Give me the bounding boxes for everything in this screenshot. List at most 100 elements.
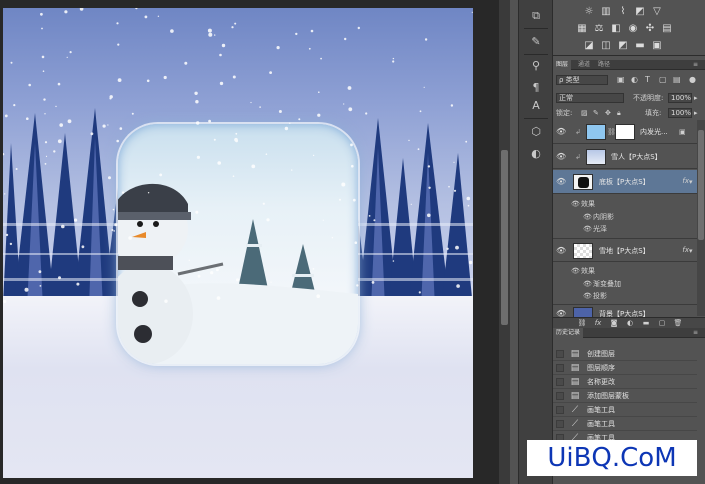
brush-preset-icon[interactable]: ✎ — [527, 34, 545, 50]
new-adjustment-icon[interactable]: ◐ — [625, 319, 635, 328]
history-item[interactable]: ▤ 添加图层蒙板 — [553, 389, 697, 403]
snowflake — [320, 57, 322, 60]
link-layers-icon[interactable]: ⛓︎ — [577, 319, 587, 328]
fill-input[interactable]: 100% — [668, 108, 692, 118]
visibility-eye-icon[interactable]: 👁︎ — [556, 152, 566, 162]
right-panels: ☼ ▥ ⌇ ◩ ▽ ▦ ⚖ ◧ ◉ ✣ ▤ ◪ ◫ ◩ ▬ ▣ 图层 通道 路径… — [553, 0, 705, 484]
snowflake — [135, 8, 138, 10]
fx-expand-icon[interactable]: ▾ — [689, 177, 693, 187]
tab-layers[interactable]: 图层 — [553, 60, 572, 70]
filter-toggle-icon[interactable]: ● — [689, 75, 696, 85]
layer-row[interactable]: 👁︎ ↲ ⛓︎ 内发光... ▣ — [553, 120, 697, 144]
filter-type-icon[interactable]: T — [645, 75, 650, 85]
fx-expand-icon[interactable]: ▾ — [689, 246, 693, 256]
snowflake — [423, 86, 425, 88]
canvas-scroll-thumb[interactable] — [501, 150, 508, 325]
visibility-eye-icon[interactable]: 👁︎ — [556, 177, 566, 187]
filter-pixel-icon[interactable]: ▣ — [617, 75, 625, 85]
fill-arrow-icon[interactable]: ▸ — [694, 108, 698, 118]
hue-saturation-icon[interactable]: ▦ — [576, 23, 588, 34]
filter-kind-select[interactable]: ρ 类型 — [556, 75, 608, 85]
effect-gradient-overlay[interactable]: 👁︎渐变叠加 — [583, 279, 621, 289]
channel-mixer-icon[interactable]: ✣ — [644, 23, 656, 34]
panel-menu-icon[interactable]: ≡ — [690, 60, 701, 70]
layers-scroll-thumb[interactable] — [698, 130, 704, 240]
layer-thumbnail — [573, 243, 593, 259]
history-brush-icon[interactable]: ⧉ — [527, 8, 545, 24]
history-item[interactable]: ⟋ 画笔工具 — [553, 417, 697, 431]
layer-mask-thumbnail[interactable] — [615, 124, 635, 140]
exposure-icon[interactable]: ◩ — [634, 6, 646, 17]
filter-smart-icon[interactable]: ▤ — [673, 75, 681, 85]
canvas-vertical-scrollbar[interactable] — [499, 0, 510, 484]
lock-position-icon[interactable]: ✥ — [605, 108, 611, 118]
opacity-input[interactable]: 100% — [668, 93, 692, 103]
opacity-arrow-icon[interactable]: ▸ — [694, 93, 698, 103]
tab-paths[interactable]: 路径 — [595, 60, 613, 70]
tab-history[interactable]: 历史记录 — [553, 328, 584, 338]
invert-icon[interactable]: ◪ — [583, 40, 595, 51]
brightness-icon[interactable]: ☼ — [583, 6, 595, 17]
paragraph-icon[interactable]: ¶ — [527, 80, 545, 96]
history-item[interactable]: ▤ 名称更改 — [553, 375, 697, 389]
tool-presets-icon[interactable]: ⚲ — [527, 58, 545, 74]
color-balance-icon[interactable]: ⚖ — [593, 23, 605, 34]
blend-mode-select[interactable]: 正常 — [556, 93, 624, 103]
canvas-area[interactable] — [0, 0, 510, 484]
color-lookup-icon[interactable]: ▤ — [661, 23, 673, 34]
snowflake — [471, 11, 473, 13]
layer-row[interactable]: 👁︎ 雪地【P大点S】 fx ▾ — [553, 238, 697, 262]
lock-transparent-icon[interactable]: ▨ — [581, 108, 588, 118]
history-checkbox[interactable] — [556, 420, 564, 428]
tab-channels[interactable]: 通道 — [575, 60, 593, 70]
vibrance-icon[interactable]: ▽ — [651, 6, 663, 17]
curves-icon[interactable]: ⌇ — [617, 6, 629, 17]
threshold-icon[interactable]: ◩ — [617, 40, 629, 51]
add-mask-icon[interactable]: ◙ — [609, 319, 619, 328]
3d-cube-icon[interactable]: ⬡ — [527, 124, 545, 140]
add-style-icon[interactable]: fx — [593, 319, 603, 328]
layer-row[interactable]: 👁︎ ↲ 雪人【P大点S】 — [553, 145, 697, 169]
document-canvas[interactable] — [3, 8, 473, 478]
layer-row-selected[interactable]: 👁︎ 底板【P大点S】 fx ▾ — [553, 170, 697, 194]
history-checkbox[interactable] — [556, 392, 564, 400]
effect-inner-shadow[interactable]: 👁︎内阴影 — [583, 212, 614, 222]
history-item[interactable]: ▤ 图层顺序 — [553, 361, 697, 375]
delete-layer-icon[interactable]: 🗑︎ — [673, 319, 683, 328]
visibility-eye-icon[interactable]: 👁︎ — [556, 246, 566, 256]
snowflake — [234, 22, 237, 25]
layer-fx-icon[interactable]: fx — [682, 246, 689, 254]
layer-thumbnail — [586, 124, 606, 140]
layer-fx-icon[interactable]: fx — [682, 177, 689, 185]
snowflake — [184, 61, 188, 65]
filter-adjust-icon[interactable]: ◐ — [631, 75, 638, 85]
snowflake — [232, 75, 236, 79]
layers-scrollbar[interactable] — [697, 120, 705, 316]
visibility-eye-icon[interactable]: 👁︎ — [556, 127, 566, 137]
panel-menu-icon[interactable]: ≡ — [690, 328, 701, 338]
history-item[interactable]: ⟋ 画笔工具 — [553, 403, 697, 417]
selective-color-icon[interactable]: ▣ — [651, 40, 663, 51]
history-checkbox[interactable] — [556, 406, 564, 414]
history-tabbar: 历史记录 ≡ — [553, 328, 705, 338]
lock-all-icon[interactable]: 🔒︎ — [617, 108, 621, 118]
snowflake — [28, 83, 32, 87]
history-checkbox[interactable] — [556, 350, 564, 358]
posterize-icon[interactable]: ◫ — [600, 40, 612, 51]
photo-filter-icon[interactable]: ◉ — [627, 23, 639, 34]
effect-drop-shadow[interactable]: 👁︎投影 — [583, 291, 607, 301]
new-layer-icon[interactable]: ▢ — [657, 319, 667, 328]
lock-pixels-icon[interactable]: ✎ — [593, 108, 599, 118]
black-white-icon[interactable]: ◧ — [610, 23, 622, 34]
adjustments-icon[interactable]: ◐ — [527, 146, 545, 162]
gradient-map-icon[interactable]: ▬ — [634, 40, 646, 51]
history-item[interactable]: ▤ 创建图层 — [553, 347, 697, 361]
history-checkbox[interactable] — [556, 378, 564, 386]
character-icon[interactable]: A — [527, 98, 545, 114]
effect-satin[interactable]: 👁︎光泽 — [583, 224, 607, 234]
levels-icon[interactable]: ▥ — [600, 6, 612, 17]
new-group-icon[interactable]: ▬ — [641, 319, 651, 328]
history-checkbox[interactable] — [556, 364, 564, 372]
filter-shape-icon[interactable]: ▢ — [659, 75, 667, 85]
snowflake — [221, 43, 226, 48]
